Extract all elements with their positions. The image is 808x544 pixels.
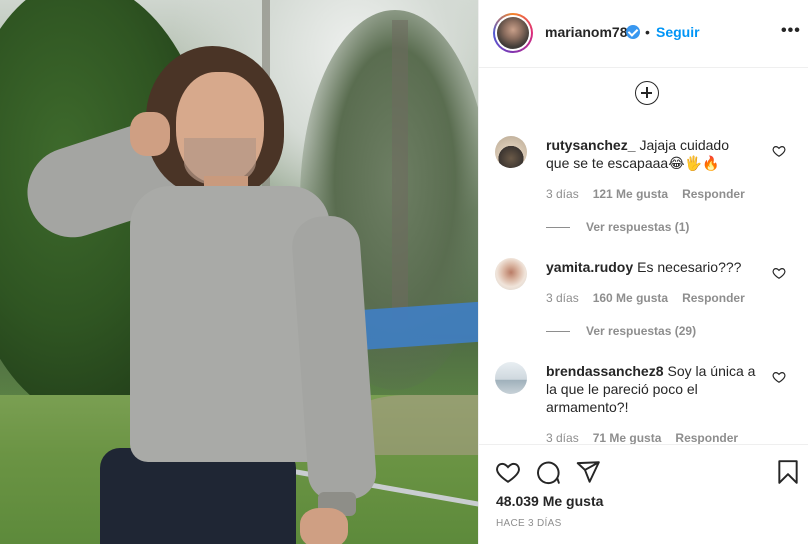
comment-time[interactable]: 3 días <box>546 291 579 305</box>
comment-like-heart-icon[interactable] <box>772 370 786 384</box>
comment-text: brendassanchez8 Soy la única a la que le … <box>546 362 756 416</box>
follow-button[interactable]: Seguir <box>656 24 700 40</box>
likes-count[interactable]: 48.039 Me gusta <box>496 493 603 509</box>
view-replies-button[interactable]: Ver respuestas (29) <box>546 324 696 338</box>
person-pants <box>100 448 296 544</box>
more-options-icon[interactable]: ••• <box>781 22 801 40</box>
comment-body: Es necesario??? <box>637 259 742 275</box>
photo-person <box>0 0 478 544</box>
verified-badge-icon <box>626 25 640 39</box>
comment-likes[interactable]: 121 Me gusta <box>593 187 668 201</box>
view-replies-label: Ver respuestas (1) <box>586 220 690 234</box>
replies-divider-line <box>546 331 570 333</box>
post-timestamp[interactable]: HACE 3 DÍAS <box>496 518 562 529</box>
like-heart-icon[interactable] <box>495 459 521 485</box>
comment-meta: 3 días 71 Me gusta Responder <box>546 431 752 444</box>
comment-like-heart-icon[interactable] <box>772 266 786 280</box>
comment-text: yamita.rudoy Es necesario??? <box>546 258 756 276</box>
avatar[interactable] <box>493 13 533 53</box>
comment-like-heart-icon[interactable] <box>772 144 786 158</box>
comment-reply-button[interactable]: Responder <box>682 187 745 201</box>
person-hand-right <box>300 508 348 544</box>
comment-reply-button[interactable]: Responder <box>675 431 738 444</box>
comment-avatar[interactable] <box>495 362 527 394</box>
comment-bubble-icon[interactable] <box>535 459 561 485</box>
comment-avatar[interactable] <box>495 136 527 168</box>
view-replies-label: Ver respuestas (29) <box>586 324 697 338</box>
comment-likes[interactable]: 71 Me gusta <box>593 431 662 444</box>
comment-username[interactable]: rutysanchez_ <box>546 137 635 153</box>
comment-meta: 3 días 121 Me gusta Responder <box>546 187 759 201</box>
person-hand-left <box>130 112 170 156</box>
replies-divider-line <box>546 227 570 229</box>
share-paper-plane-icon[interactable] <box>575 459 601 485</box>
comment-reply-button[interactable]: Responder <box>682 291 745 305</box>
comment-time[interactable]: 3 días <box>546 187 579 201</box>
separator-dot: • <box>645 24 650 40</box>
comment-text: rutysanchez_ Jajaja cuidado que se te esc… <box>546 136 756 172</box>
comment-username[interactable]: brendassanchez8 <box>546 363 664 379</box>
post-actions-bar: 48.039 Me gusta HACE 3 DÍAS <box>479 444 808 544</box>
comment-likes[interactable]: 160 Me gusta <box>593 291 668 305</box>
comment-time[interactable]: 3 días <box>546 431 579 444</box>
username-link[interactable]: marianom78 <box>545 24 627 40</box>
post-side-panel: marianom78 • Seguir ••• rutysanchez_ Jaja… <box>478 0 808 544</box>
comment-meta: 3 días 160 Me gusta Responder <box>546 291 759 305</box>
comments-list[interactable]: rutysanchez_ Jajaja cuidado que se te esc… <box>479 68 808 444</box>
comment-username[interactable]: yamita.rudoy <box>546 259 633 275</box>
comment-avatar[interactable] <box>495 258 527 290</box>
post-header: marianom78 • Seguir ••• <box>479 0 808 68</box>
post-photo[interactable] <box>0 0 478 544</box>
load-more-comments-icon[interactable] <box>635 81 659 105</box>
save-bookmark-icon[interactable] <box>775 459 801 485</box>
view-replies-button[interactable]: Ver respuestas (1) <box>546 220 689 234</box>
avatar-image <box>497 17 529 49</box>
